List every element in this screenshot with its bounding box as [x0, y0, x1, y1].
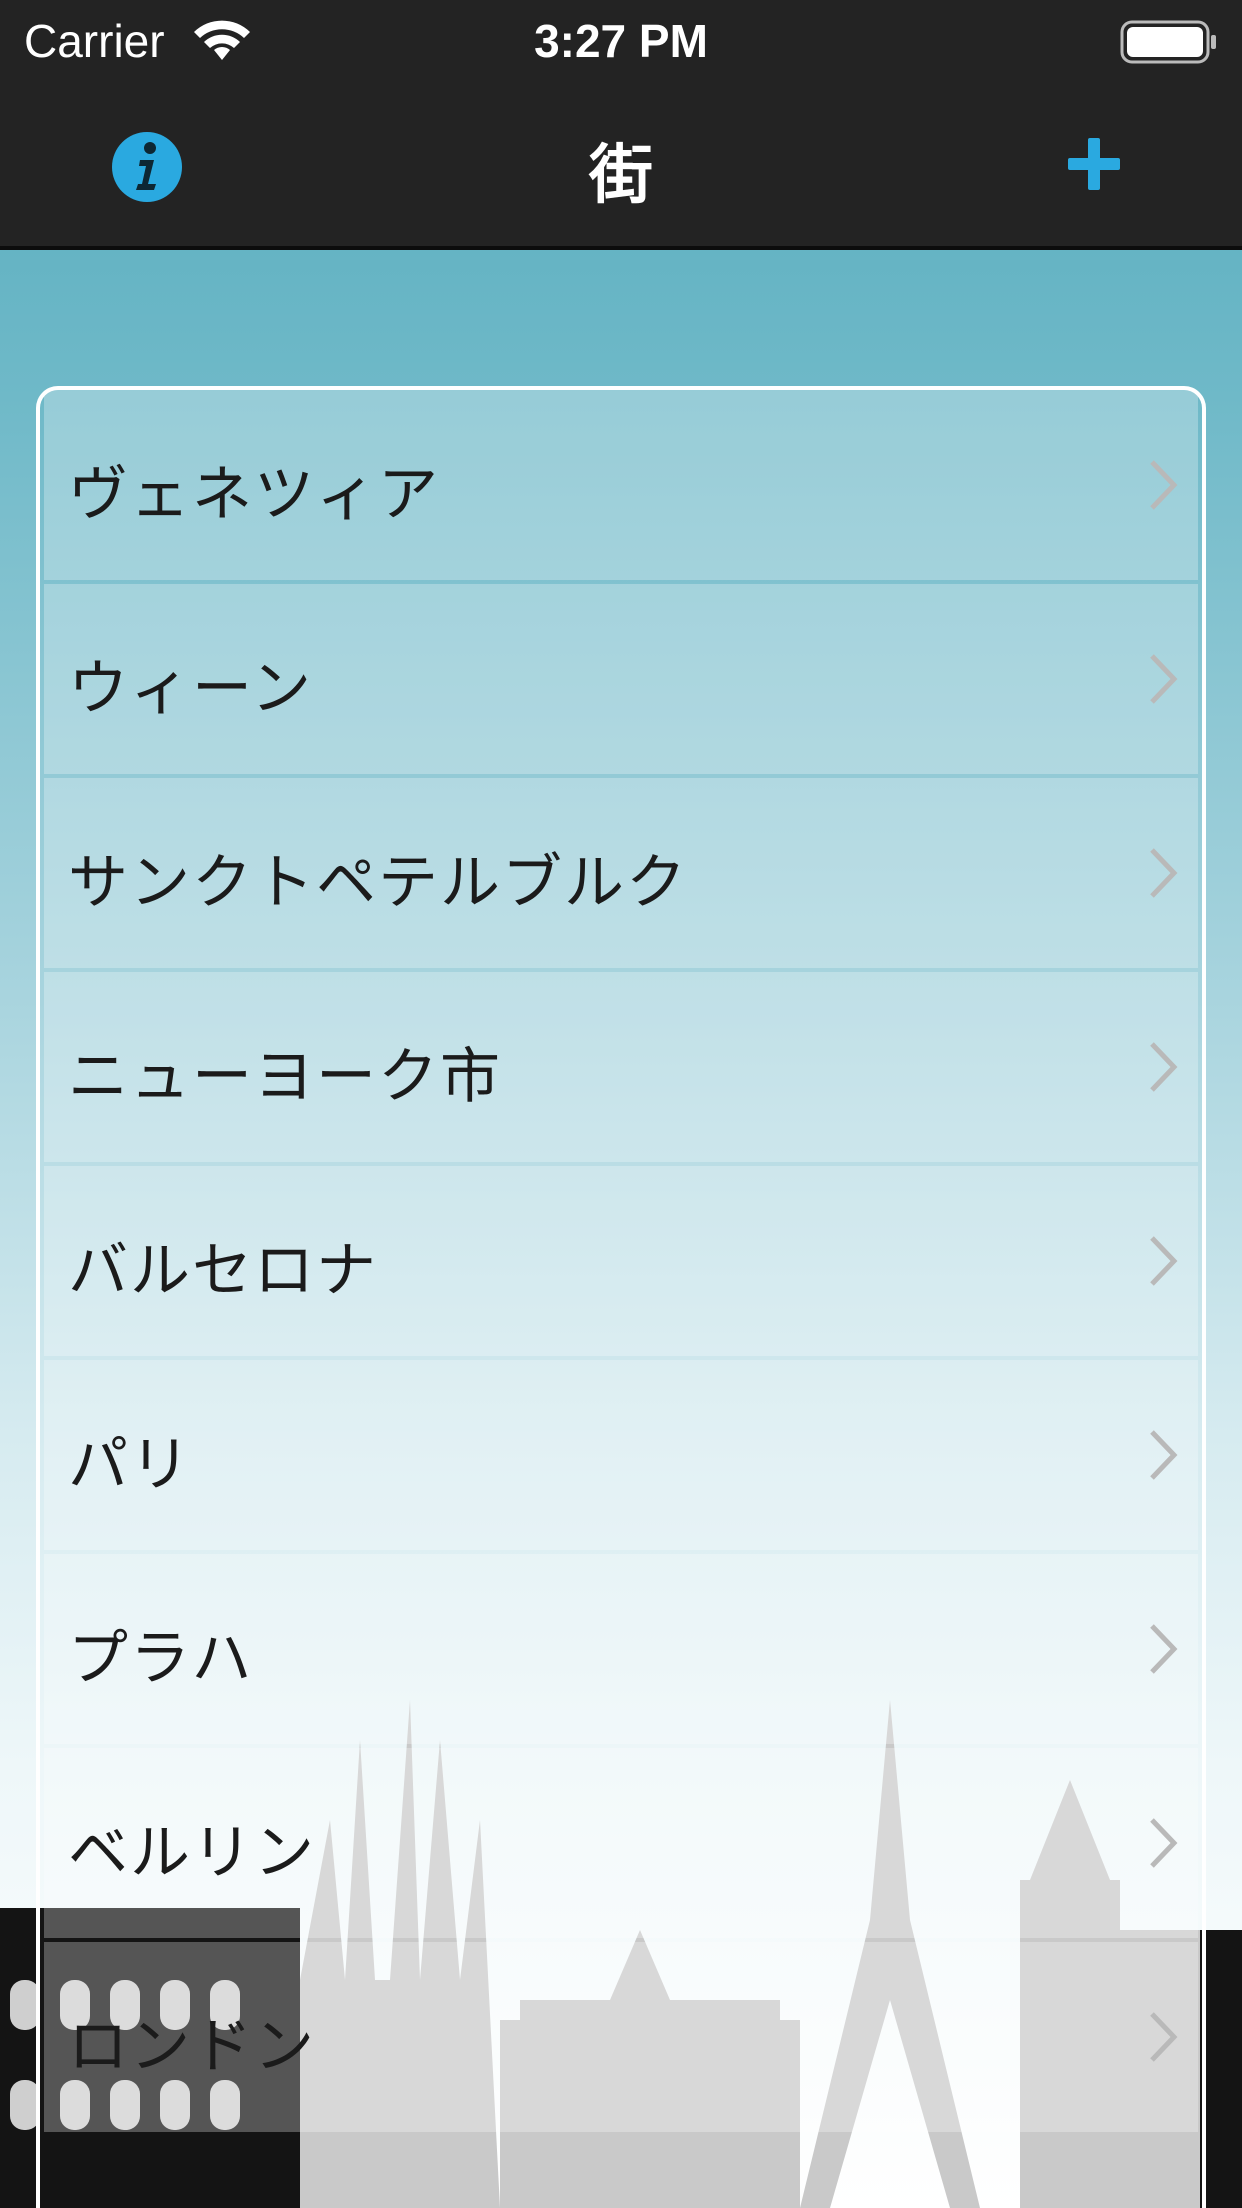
chevron-right-icon — [1150, 654, 1178, 704]
chevron-right-icon — [1150, 460, 1178, 510]
city-name: ウィーン — [68, 654, 313, 724]
status-bar: Carrier 3:27 PM — [0, 0, 1242, 84]
chevron-right-icon — [1150, 1430, 1178, 1480]
city-name: ベルリン — [68, 1818, 316, 1888]
status-time: 3:27 PM — [534, 15, 708, 67]
city-list: ヴェネツィア ウィーン サンクトペテルブルク ニューヨーク市 バルセロナ パリ … — [36, 386, 1206, 2208]
list-item[interactable]: ロンドン — [44, 1942, 1198, 2132]
city-name: バルセロナ — [68, 1236, 378, 1306]
city-name: ヴェネツィア — [68, 460, 440, 530]
top-bar: Carrier 3:27 PM 街 — [0, 0, 1242, 250]
city-name: ニューヨーク市 — [68, 1042, 502, 1112]
page-title: 街 — [589, 139, 653, 213]
chevron-right-icon — [1150, 1818, 1178, 1868]
navigation-bar: 街 — [0, 84, 1242, 246]
list-item[interactable]: サンクトペテルブルク — [44, 778, 1198, 968]
battery-icon — [1120, 20, 1216, 64]
chevron-right-icon — [1150, 2012, 1178, 2062]
list-item[interactable]: ウィーン — [44, 584, 1198, 774]
chevron-right-icon — [1150, 1236, 1178, 1286]
list-item[interactable]: ニューヨーク市 — [44, 972, 1198, 1162]
city-name: パリ — [68, 1430, 192, 1500]
list-item[interactable]: プラハ — [44, 1554, 1198, 1744]
city-name: サンクトペテルブルク — [68, 848, 688, 918]
list-item[interactable]: バルセロナ — [44, 1166, 1198, 1356]
city-name: プラハ — [68, 1624, 254, 1694]
list-item[interactable]: ヴェネツィア — [44, 390, 1198, 580]
list-item[interactable]: パリ — [44, 1360, 1198, 1550]
list-item[interactable]: ベルリン — [44, 1748, 1198, 1938]
city-name: ロンドン — [68, 2012, 316, 2082]
plus-icon[interactable] — [1064, 134, 1124, 194]
chevron-right-icon — [1150, 848, 1178, 898]
chevron-right-icon — [1150, 1624, 1178, 1674]
chevron-right-icon — [1150, 1042, 1178, 1092]
